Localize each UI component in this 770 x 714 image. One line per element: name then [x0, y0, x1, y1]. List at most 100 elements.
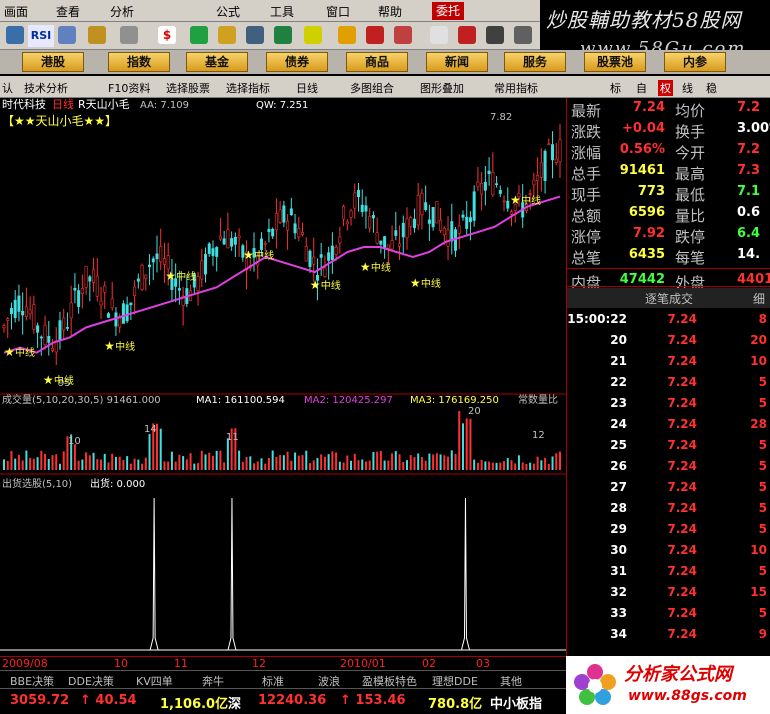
grid-dark-icon[interactable]	[486, 26, 504, 44]
nav-shangpin[interactable]: 商品	[346, 52, 408, 72]
chart-icon[interactable]	[88, 26, 106, 44]
sz-label[interactable]: 深	[228, 693, 241, 712]
tab-xuanzezhibiao[interactable]: 选择指标	[226, 80, 270, 96]
binoculars-icon[interactable]	[246, 26, 264, 44]
tab-benniu[interactable]: 奔牛	[202, 673, 224, 689]
nav-fuwu[interactable]: 服务	[504, 52, 566, 72]
menu-chakan[interactable]: 查看	[56, 3, 80, 20]
volume-bar	[536, 456, 539, 470]
tab-bolang[interactable]: 波浪	[318, 673, 340, 689]
candle-body	[435, 201, 439, 224]
quote-label: 每笔	[675, 249, 706, 267]
tab-wen[interactable]: 稳	[706, 80, 717, 96]
dollar-icon[interactable]: $	[158, 26, 176, 44]
menu-chuangkou[interactable]: 窗口	[326, 3, 350, 20]
tab-biaozhun[interactable]: 标准	[262, 673, 284, 689]
tab-jishufenxi[interactable]: 技术分析	[24, 80, 68, 96]
tab-kv[interactable]: KV四单	[136, 673, 173, 689]
volume-bar	[6, 460, 9, 470]
nav-neican[interactable]: 内参	[664, 52, 726, 72]
nav-ganggu[interactable]: 港股	[22, 52, 84, 72]
tab-qita[interactable]: 其他	[500, 673, 522, 689]
candle-body	[21, 310, 25, 316]
tab-ren[interactable]: 认	[2, 80, 13, 96]
zxb-label[interactable]: 中小板指	[490, 693, 542, 712]
quote-label: 最低	[675, 186, 706, 204]
date-label: 11	[174, 657, 188, 670]
tick-price: 7.24	[667, 480, 697, 494]
bar-chart-icon[interactable]	[218, 26, 236, 44]
tab-xuanzegupiao[interactable]: 选择股票	[166, 80, 210, 96]
window-icon[interactable]	[430, 26, 448, 44]
volume-bar	[461, 423, 464, 470]
red-shape-icon[interactable]	[366, 26, 384, 44]
tab-quan[interactable]: 权	[658, 80, 673, 96]
tab-rixian[interactable]: 日线	[296, 80, 318, 96]
candle-body	[215, 247, 219, 257]
list-icon[interactable]	[58, 26, 76, 44]
candle-body	[401, 222, 405, 238]
menu-gongju[interactable]: 工具	[270, 3, 294, 20]
tick-time: 24	[610, 417, 627, 431]
tree-icon[interactable]	[274, 26, 292, 44]
volume-bar	[148, 434, 151, 470]
menu-huamian[interactable]: 画面	[4, 3, 28, 20]
weituo-button[interactable]: 委托	[432, 2, 464, 20]
grid-icon[interactable]	[6, 26, 24, 44]
tab-duotuzuhe[interactable]: 多图组合	[350, 80, 394, 96]
candle-body	[468, 217, 472, 223]
tick-price: 7.24	[667, 333, 697, 347]
tab-tuxingdiejia[interactable]: 图形叠加	[420, 80, 464, 96]
menu-bangzhu[interactable]: 帮助	[378, 3, 402, 20]
quote-row: 最新 7.24 均价 7.2	[567, 100, 770, 121]
tab-zi[interactable]: 自	[636, 80, 647, 96]
nav-gupiaochi[interactable]: 股票池	[584, 52, 646, 72]
volume-bar	[182, 456, 185, 470]
tick-volume: 20	[750, 333, 767, 347]
window-close-icon[interactable]	[458, 26, 476, 44]
tab-yingmoban[interactable]: 盈模板特色	[362, 673, 417, 689]
tiles-icon[interactable]	[514, 26, 532, 44]
volume-bar	[432, 454, 435, 470]
quote-label: 涨停	[571, 228, 602, 246]
candle-body	[39, 336, 43, 339]
candle-body	[293, 223, 297, 234]
volume-bar	[357, 460, 360, 470]
volume-bar	[331, 451, 334, 470]
nav-zhishu[interactable]: 指数	[108, 52, 170, 72]
volume-bar	[200, 450, 203, 470]
green-bars-icon[interactable]	[190, 26, 208, 44]
nav-jijin[interactable]: 基金	[186, 52, 248, 72]
menu-fenxi[interactable]: 分析	[110, 3, 134, 20]
diamond-icon[interactable]	[338, 26, 356, 44]
tab-xian[interactable]: 线	[682, 80, 693, 96]
kline-chart[interactable]: 时代科技 日线 R天山小毛 AA: 7.109 QW: 7.251 【★★天山小…	[0, 98, 566, 656]
tab-bbe[interactable]: BBE决策	[10, 673, 54, 689]
tab-dde[interactable]: DDE决策	[68, 673, 114, 689]
globe-icon[interactable]	[304, 26, 322, 44]
volume-bar	[450, 450, 453, 470]
quote-value: 7.24	[632, 100, 665, 115]
volume-bar	[103, 453, 106, 470]
tab-changyongzhibiao[interactable]: 常用指标	[494, 80, 538, 96]
ticker-detail[interactable]: 细	[753, 290, 765, 307]
tick-row: 27 7.24 5	[567, 480, 770, 501]
signal-spike	[149, 497, 159, 651]
sz-index-value: 12240.36	[258, 693, 327, 708]
tab-f10[interactable]: F10资料	[108, 80, 150, 96]
tab-biao[interactable]: 标	[610, 80, 621, 96]
quote-label: 涨跌	[571, 123, 602, 141]
ruler-icon[interactable]	[120, 26, 138, 44]
tab-lixiangdde[interactable]: 理想DDE	[432, 673, 478, 689]
nav-zhaiquan[interactable]: 债券	[266, 52, 328, 72]
candle-body	[32, 304, 36, 330]
red-arrow-icon[interactable]	[394, 26, 412, 44]
rsi-button[interactable]: RSI	[28, 25, 54, 47]
candle-body	[528, 193, 532, 195]
volume-label-10: 10	[68, 436, 81, 447]
menu-gongshi[interactable]: 公式	[216, 3, 240, 20]
volume-bar	[532, 463, 535, 470]
zhongxian-markers: ★ 中线★ 中线★ 中线★ 中线★ 中线★ 中线★ 中线★ 中线★ 中线	[4, 193, 541, 387]
nav-xinwen[interactable]: 新闻	[426, 52, 488, 72]
candle-body	[439, 219, 443, 231]
